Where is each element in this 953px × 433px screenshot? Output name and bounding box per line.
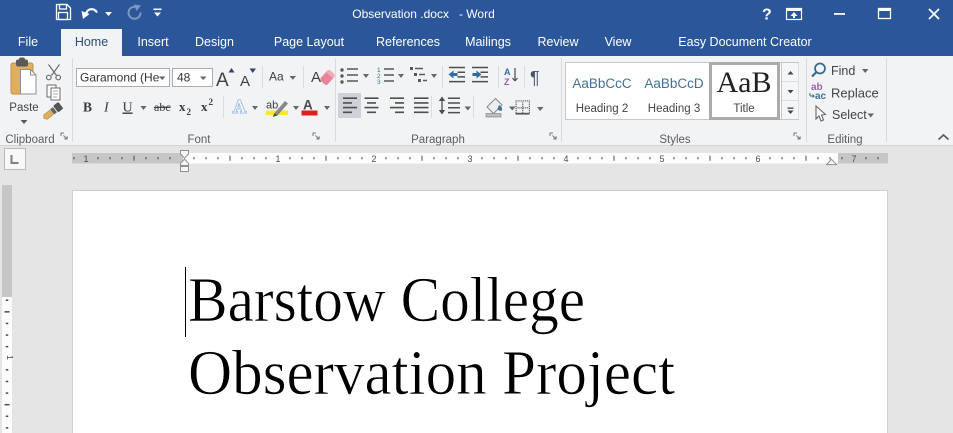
svg-text:Styles: Styles [659,134,691,146]
svg-text:2: 2 [187,107,192,117]
svg-text:Clipboard: Clipboard [5,134,54,146]
svg-text:A: A [504,67,511,77]
svg-text:48: 48 [177,71,191,85]
svg-text:7: 7 [851,154,856,164]
svg-text:Heading 3: Heading 3 [648,103,700,115]
svg-text:6: 6 [755,154,760,164]
svg-text:Replace: Replace [831,86,879,101]
svg-text:A: A [240,73,250,90]
svg-text:A: A [216,70,229,91]
svg-text:1: 1 [5,355,14,360]
svg-text:Heading 2: Heading 2 [576,103,628,115]
svg-text:Paste: Paste [9,102,38,114]
svg-text:3: 3 [467,154,472,164]
svg-text:AaBbCcD: AaBbCcD [644,76,704,91]
svg-text:I: I [103,101,110,116]
svg-text:¶: ¶ [530,68,540,88]
svg-text:5: 5 [659,154,664,164]
svg-text:1: 1 [83,154,88,164]
svg-text:A: A [311,69,321,86]
svg-text:Title: Title [733,103,754,115]
svg-text:4: 4 [563,154,568,164]
svg-text:1: 1 [275,154,280,164]
svg-text:Font: Font [187,134,211,146]
svg-text:Aa: Aa [269,69,284,83]
svg-text:2: 2 [371,154,376,164]
svg-text:3: 3 [377,79,381,86]
svg-text:Editing: Editing [827,134,862,146]
svg-text:Garamond (He: Garamond (He [80,71,160,85]
svg-text:ac: ac [815,91,827,102]
svg-text:A: A [233,97,246,117]
svg-text:AaB: AaB [717,66,772,99]
svg-text:abc: abc [154,100,171,114]
svg-text:ab: ab [266,100,278,112]
svg-text:x: x [179,99,186,114]
svg-text:B: B [83,100,92,115]
svg-text:Find: Find [831,64,855,78]
svg-text:Select: Select [832,108,867,122]
svg-text:Z: Z [504,77,510,87]
svg-text:Paragraph: Paragraph [411,134,465,146]
svg-text:U: U [123,101,133,116]
svg-text:AaBbCcC: AaBbCcC [572,76,632,91]
svg-text:2: 2 [209,97,214,107]
svg-text:A: A [303,98,313,113]
svg-text:x: x [201,99,208,114]
